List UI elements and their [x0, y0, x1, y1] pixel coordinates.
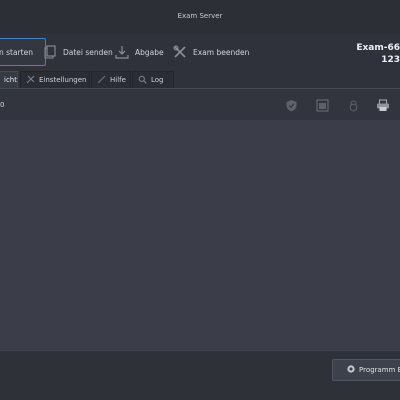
- settings-icon: [26, 75, 35, 86]
- download-icon: [114, 44, 130, 60]
- power-icon: [347, 365, 355, 375]
- window-title: Exam Server: [177, 12, 223, 20]
- help-icon: [97, 75, 106, 86]
- tab-log-label: Log: [151, 76, 164, 84]
- send-file-label: Datei senden: [63, 47, 113, 57]
- exit-program-label: Programm Be: [359, 366, 400, 374]
- send-file-icon: [42, 44, 58, 60]
- footer-bar: Programm Be: [0, 350, 400, 400]
- send-file-button[interactable]: Datei senden: [38, 38, 117, 66]
- end-exam-label: Exam beenden: [193, 47, 250, 57]
- title-bar: Exam Server: [0, 0, 400, 34]
- printer-icon[interactable]: [376, 98, 390, 112]
- tab-settings[interactable]: Einstellungen: [20, 71, 90, 88]
- tab-help-label: Hilfe: [110, 76, 126, 84]
- tab-help[interactable]: Hilfe: [91, 71, 131, 88]
- search-icon: [138, 75, 147, 86]
- exam-id-line2: 123: [381, 55, 400, 65]
- tab-bar: icht Einstellungen Hilfe Log: [0, 71, 400, 88]
- shield-icon[interactable]: [284, 98, 298, 112]
- main-toolbar: n starten Datei senden Abgabe Exam beend…: [0, 34, 400, 70]
- tab-overview-label: icht: [4, 76, 17, 84]
- screenshot-icon[interactable]: [315, 98, 329, 112]
- tools-icon: [172, 44, 188, 60]
- tab-settings-label: Einstellungen: [39, 76, 87, 84]
- exam-id: Exam-66 123: [356, 42, 400, 66]
- lock-icon[interactable]: [346, 98, 360, 112]
- tab-overview[interactable]: icht: [0, 71, 18, 88]
- end-exam-button[interactable]: Exam beenden: [168, 38, 253, 66]
- start-exam-label: n starten: [0, 47, 33, 57]
- submit-button[interactable]: Abgabe: [110, 38, 168, 66]
- clients-area: [0, 120, 400, 351]
- tab-log[interactable]: Log: [132, 71, 174, 88]
- exam-server-window: Exam Server n starten Datei senden Abgab…: [0, 0, 400, 400]
- overview-panel: 0: [0, 88, 400, 351]
- connected-count: 0: [0, 101, 5, 109]
- exam-id-line1: Exam-66: [356, 43, 400, 53]
- panel-toolbar: 0: [0, 89, 400, 121]
- submit-label: Abgabe: [135, 47, 164, 57]
- exit-program-button[interactable]: Programm Be: [332, 359, 400, 381]
